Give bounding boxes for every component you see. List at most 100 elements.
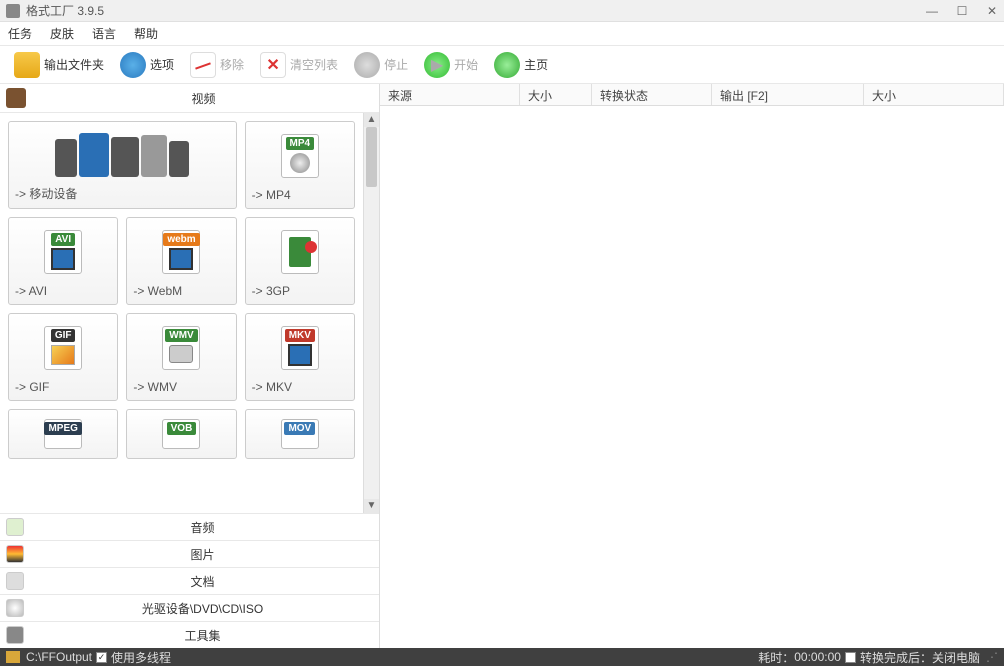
vob-icon: VOB [162,419,200,449]
menu-task[interactable]: 任务 [8,25,32,42]
scroll-thumb[interactable] [366,127,377,187]
col-output[interactable]: 输出 [F2] [712,84,864,105]
tile-gif[interactable]: GIF -> GIF [8,313,118,401]
tile-wmv-label: -> WMV [133,376,229,394]
resize-grip[interactable]: ⋰ [986,650,998,664]
tile-vob[interactable]: VOB [126,409,236,459]
menubar: 任务 皮肤 语言 帮助 [0,22,1004,46]
disc-category[interactable]: 光驱设备\DVD\CD\ISO [0,594,379,621]
start-icon: ▶ [424,52,450,78]
tile-mobile-label: -> 移动设备 [15,181,230,202]
statusbar: C:\FFOutput ✓ 使用多线程 耗时： 00:00:00 转换完成后： … [0,648,1004,666]
tile-mkv-label: -> MKV [252,376,348,394]
document-icon [6,572,24,590]
elapsed-label: 耗时： [758,649,794,666]
minimize-button[interactable]: — [926,4,938,18]
stop-label: 停止 [384,56,408,73]
status-folder-icon[interactable] [6,651,20,663]
tile-mov[interactable]: MOV [245,409,355,459]
tile-3gp-label: -> 3GP [252,280,348,298]
menu-help[interactable]: 帮助 [134,25,158,42]
home-label: 主页 [524,56,548,73]
grid-scrollbar[interactable]: ▲ ▼ [363,113,379,513]
clear-icon: ✕ [260,52,286,78]
video-category-icon [6,88,26,108]
tile-mpeg[interactable]: MPEG [8,409,118,459]
image-category[interactable]: 图片 [0,540,379,567]
video-category-label: 视频 [34,90,373,107]
stop-button[interactable]: 停止 [348,50,414,80]
scroll-down-arrow[interactable]: ▼ [364,499,379,513]
video-category-header[interactable]: 视频 [0,84,379,113]
image-label: 图片 [32,546,373,563]
tile-webm[interactable]: webm -> WebM [126,217,236,305]
tgp-icon [281,230,319,274]
wmv-icon: WMV [162,326,200,370]
remove-label: 移除 [220,56,244,73]
format-grid: -> 移动设备 MP4 -> MP4 AVI -> AVI webm -> We… [0,113,363,513]
clear-list-button[interactable]: ✕ 清空列表 [254,50,344,80]
tile-3gp[interactable]: -> 3GP [245,217,355,305]
col-source[interactable]: 来源 [380,84,520,105]
elapsed-time: 00:00:00 [794,650,841,664]
titlebar: 格式工厂 3.9.5 — ☐ ✕ [0,0,1004,22]
tools-icon [6,626,24,644]
remove-button[interactable]: 移除 [184,50,250,80]
tile-wmv[interactable]: WMV -> WMV [126,313,236,401]
home-icon [494,52,520,78]
disc-icon [6,599,24,617]
tile-mp4[interactable]: MP4 -> MP4 [245,121,355,209]
folder-icon [14,52,40,78]
remove-icon [190,52,216,78]
after-done-label: 转换完成后： [860,649,932,666]
after-done-action[interactable]: 关闭电脑 [932,649,980,666]
home-button[interactable]: 主页 [488,50,554,80]
tile-avi-label: -> AVI [15,280,111,298]
menu-skin[interactable]: 皮肤 [50,25,74,42]
options-button[interactable]: 选项 [114,50,180,80]
output-folder-button[interactable]: 输出文件夹 [8,50,110,80]
tile-mkv[interactable]: MKV -> MKV [245,313,355,401]
toolbar: 输出文件夹 选项 移除 ✕ 清空列表 停止 ▶ 开始 主页 [0,46,1004,84]
menu-language[interactable]: 语言 [92,25,116,42]
window-title: 格式工厂 3.9.5 [26,2,926,19]
options-label: 选项 [150,56,174,73]
maximize-button[interactable]: ☐ [956,4,968,18]
mov-icon: MOV [281,419,319,449]
audio-label: 音频 [32,519,373,536]
tools-category[interactable]: 工具集 [0,621,379,648]
app-icon [6,4,20,18]
options-icon [120,52,146,78]
document-category[interactable]: 文档 [0,567,379,594]
mkv-icon: MKV [281,326,319,370]
mobile-devices-icon [15,128,230,181]
clear-label: 清空列表 [290,56,338,73]
start-button[interactable]: ▶ 开始 [418,50,484,80]
mp4-icon: MP4 [281,134,319,178]
col-status[interactable]: 转换状态 [592,84,712,105]
close-button[interactable]: ✕ [986,4,998,18]
stop-icon [354,52,380,78]
scroll-up-arrow[interactable]: ▲ [364,113,379,127]
after-done-checkbox[interactable] [845,652,856,663]
webm-icon: webm [162,230,200,274]
tile-gif-label: -> GIF [15,376,111,394]
output-path[interactable]: C:\FFOutput [26,650,92,664]
tile-mobile-device[interactable]: -> 移动设备 [8,121,237,209]
tools-label: 工具集 [32,627,373,644]
audio-icon [6,518,24,536]
right-panel: 来源 大小 转换状态 输出 [F2] 大小 [380,84,1004,648]
gif-icon: GIF [44,326,82,370]
tile-webm-label: -> WebM [133,280,229,298]
mpeg-icon: MPEG [44,419,82,449]
col-size2[interactable]: 大小 [864,84,1004,105]
left-panel: 视频 -> 移动设备 MP4 -> MP4 [0,84,380,648]
multithread-checkbox[interactable]: ✓ [96,652,107,663]
col-size[interactable]: 大小 [520,84,592,105]
tile-avi[interactable]: AVI -> AVI [8,217,118,305]
task-list-empty [380,106,1004,648]
audio-category[interactable]: 音频 [0,513,379,540]
start-label: 开始 [454,56,478,73]
image-icon [6,545,24,563]
output-folder-label: 输出文件夹 [44,56,104,73]
